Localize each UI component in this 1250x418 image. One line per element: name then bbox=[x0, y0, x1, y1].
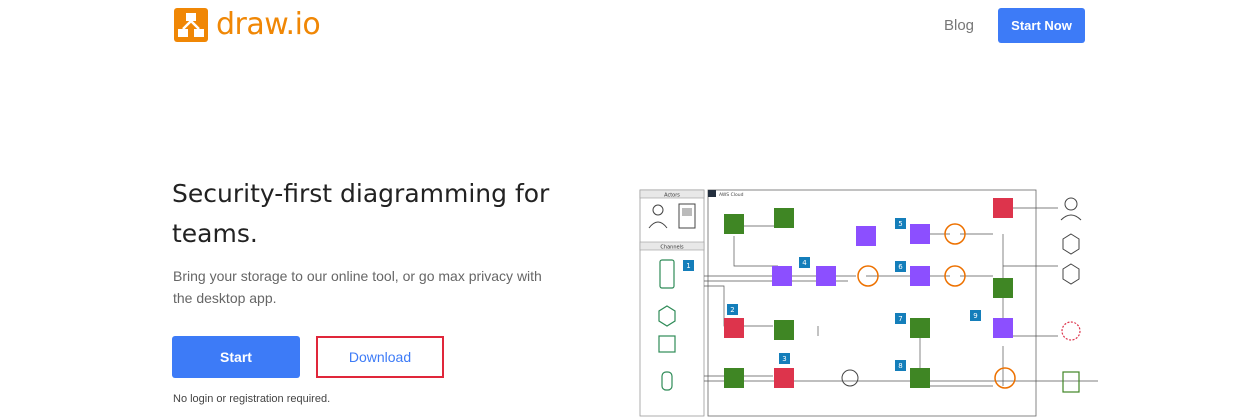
step-7-label: 7 bbox=[898, 315, 902, 323]
step-9-label: 9 bbox=[973, 312, 977, 320]
drawio-logo[interactable]: draw.io bbox=[174, 7, 321, 42]
drawio-logo-icon bbox=[174, 7, 208, 42]
channels-header: Channels bbox=[660, 245, 684, 251]
no-login-note: No login or registration required. bbox=[173, 393, 331, 405]
diagram-connectors bbox=[704, 207, 1098, 387]
hero-subtitle: Bring your storage to our online tool, o… bbox=[173, 268, 542, 306]
logo-text: draw.io bbox=[216, 7, 321, 42]
start-now-button[interactable]: Start Now bbox=[998, 8, 1085, 43]
download-button[interactable]: Download bbox=[316, 336, 444, 378]
step-badges: 1 2 3 4 5 6 7 8 9 bbox=[683, 218, 981, 371]
step-6-label: 6 bbox=[898, 263, 903, 271]
diagram-endpoints bbox=[1060, 197, 1082, 393]
step-2-label: 2 bbox=[730, 306, 734, 314]
start-button[interactable]: Start bbox=[172, 336, 300, 378]
actors-header: Actors bbox=[664, 193, 680, 199]
aws-service-icons bbox=[724, 198, 1016, 389]
step-3-label: 3 bbox=[782, 355, 786, 363]
aws-cloud-group: AWS Cloud bbox=[707, 189, 1037, 417]
step-5-label: 5 bbox=[898, 220, 902, 228]
actors-panel: Actors Channels bbox=[639, 189, 705, 417]
hero-title: Security-first diagramming for teams. bbox=[172, 179, 550, 248]
step-8-label: 8 bbox=[898, 362, 902, 370]
aws-architecture-diagram: Actors Channels AWS Cloud 1 2 3 4 5 6 7 … bbox=[639, 189, 1098, 417]
step-4-label: 4 bbox=[802, 259, 807, 267]
aws-cloud-label: AWS Cloud bbox=[719, 192, 744, 198]
nav-blog-link[interactable]: Blog bbox=[944, 17, 974, 34]
step-1-label: 1 bbox=[686, 262, 690, 270]
